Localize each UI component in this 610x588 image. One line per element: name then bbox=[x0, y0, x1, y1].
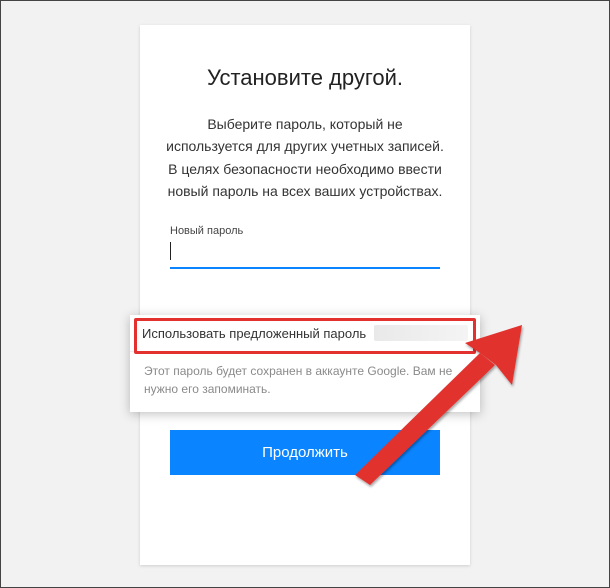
suggested-password-option-label: Использовать предложенный пароль bbox=[142, 326, 366, 341]
page-title: Установите другой. bbox=[170, 65, 440, 91]
password-card: Установите другой. Выберите пароль, кото… bbox=[140, 25, 470, 565]
new-password-input[interactable] bbox=[170, 241, 440, 269]
suggestion-hint-text: Этот пароль будет сохранен в аккаунте Go… bbox=[130, 351, 480, 412]
page-frame: Установите другой. Выберите пароль, кото… bbox=[0, 0, 610, 588]
password-field-group: Новый пароль bbox=[170, 225, 440, 269]
page-description: Выберите пароль, который не используется… bbox=[166, 113, 444, 203]
password-field-label: Новый пароль bbox=[170, 225, 440, 237]
suggested-password-value-masked bbox=[374, 325, 468, 341]
password-suggestion-dropdown: Использовать предложенный пароль Этот па… bbox=[130, 315, 480, 412]
continue-button[interactable]: Продолжить bbox=[170, 430, 440, 475]
use-suggested-password-option[interactable]: Использовать предложенный пароль bbox=[130, 315, 480, 351]
submit-button-wrap: Продолжить bbox=[170, 430, 440, 475]
text-caret bbox=[170, 242, 171, 260]
